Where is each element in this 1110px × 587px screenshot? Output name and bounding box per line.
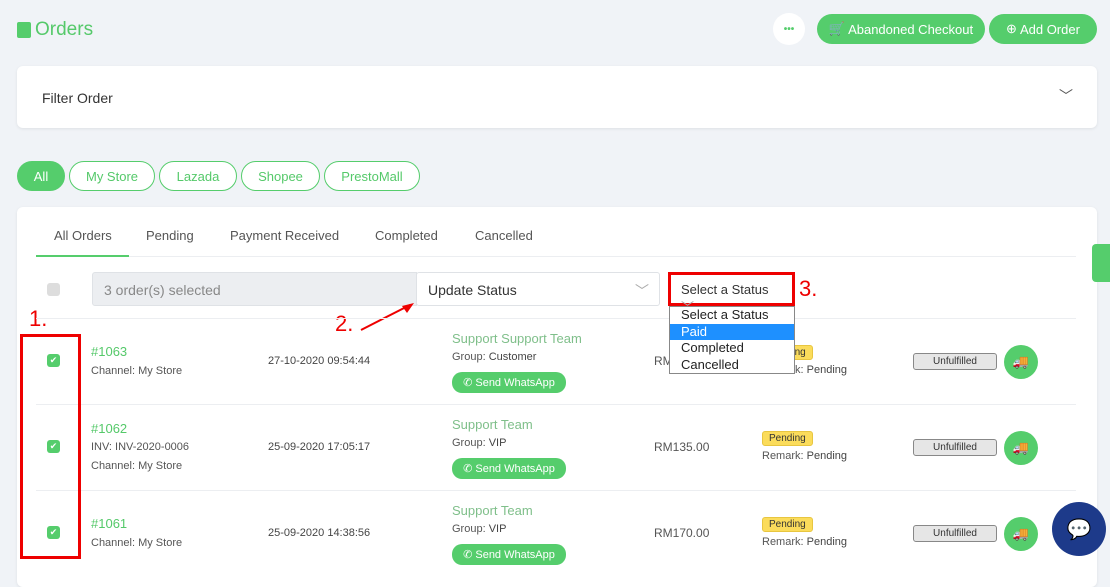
order-date: 25-09-2020 14:38:56: [268, 527, 371, 539]
cart-icon: 🛒: [828, 21, 846, 36]
plus-circle-icon: ⊕: [1006, 21, 1017, 36]
send-whatsapp-button[interactable]: ✆ Send WhatsApp: [452, 544, 566, 565]
table-row: ✔ #1061 Channel: My Store 25-09-2020 14:…: [36, 490, 1076, 576]
more-options-button[interactable]: •••: [773, 13, 805, 45]
ship-order-button[interactable]: 🚚: [1004, 431, 1038, 465]
chevron-down-icon[interactable]: ﹀: [1059, 86, 1073, 106]
select-status-dropdown[interactable]: Select a Status ﹀: [668, 272, 795, 315]
fulfillment-badge: Unfulfilled: [913, 525, 997, 542]
table-row: ✔ #1063 Channel: My Store 27-10-2020 09:…: [36, 318, 1076, 404]
remark: Pending: [806, 450, 847, 462]
chevron-down-icon: ﹀: [635, 283, 649, 299]
annotation-box: [20, 334, 81, 559]
update-status-select[interactable]: Update Status ﹀: [416, 272, 660, 306]
order-amount: RM135.00: [654, 440, 710, 454]
help-tab[interactable]: [1092, 244, 1110, 282]
tab-pending[interactable]: Pending: [146, 228, 194, 243]
order-id-link[interactable]: #1062: [91, 421, 127, 436]
abandoned-checkout-button[interactable]: 🛒 Abandoned Checkout: [817, 14, 985, 44]
remark: Pending: [806, 364, 847, 376]
order-date: 25-09-2020 17:05:17: [268, 441, 371, 453]
channel-all[interactable]: All: [17, 161, 65, 191]
order-channel: Channel: My Store: [91, 537, 183, 549]
order-id-link[interactable]: #1063: [91, 344, 127, 359]
whatsapp-icon: ✆: [463, 377, 473, 389]
truck-icon: 🚚: [1012, 440, 1030, 455]
order-channel: Channel: My Store: [91, 460, 183, 472]
status-option-highlighted[interactable]: Paid: [670, 323, 794, 340]
send-whatsapp-button[interactable]: ✆ Send WhatsApp: [452, 458, 566, 479]
select-all-checkbox[interactable]: [47, 283, 60, 296]
tab-payment-received[interactable]: Payment Received: [230, 228, 339, 243]
status-badge: Pending: [762, 431, 813, 446]
table-row: ✔ #1062 INV: INV-2020-0006 Channel: My S…: [36, 404, 1076, 490]
tab-cancelled[interactable]: Cancelled: [475, 228, 533, 243]
truck-icon: 🚚: [1012, 354, 1030, 369]
channel-prestomall[interactable]: PrestoMall: [324, 161, 420, 191]
order-id-link[interactable]: #1061: [91, 516, 127, 531]
document-icon: [17, 22, 31, 38]
ship-order-button[interactable]: 🚚: [1004, 345, 1038, 379]
whatsapp-icon: ✆: [463, 463, 473, 475]
customer-group: Customer: [488, 351, 537, 363]
order-tabs: All Orders Pending Payment Received Comp…: [36, 227, 1076, 257]
ship-order-button[interactable]: 🚚: [1004, 517, 1038, 551]
chat-button[interactable]: 💬: [1052, 502, 1106, 556]
status-options-list: Select a Status Paid Completed Cancelled: [669, 306, 795, 374]
order-amount: RM170.00: [654, 526, 710, 540]
active-tab-indicator: [36, 255, 129, 257]
chat-icon: 💬: [1066, 518, 1092, 541]
whatsapp-icon: ✆: [463, 549, 473, 561]
invoice-number: INV: INV-2020-0006: [91, 441, 190, 453]
tab-all-orders[interactable]: All Orders: [54, 228, 112, 243]
customer-name-link[interactable]: Support Team: [452, 417, 533, 432]
channel-filter: All My Store Lazada Shopee PrestoMall: [17, 161, 420, 191]
order-channel: Channel: My Store: [91, 365, 183, 377]
channel-my-store[interactable]: My Store: [69, 161, 155, 191]
annotation-3: 3.: [799, 276, 818, 301]
add-order-button[interactable]: ⊕ Add Order: [989, 14, 1097, 44]
customer-group: VIP: [488, 437, 507, 449]
fulfillment-badge: Unfulfilled: [913, 353, 997, 370]
send-whatsapp-button[interactable]: ✆ Send WhatsApp: [452, 372, 566, 393]
truck-icon: 🚚: [1012, 526, 1030, 541]
status-option[interactable]: Completed: [670, 340, 794, 357]
channel-lazada[interactable]: Lazada: [159, 161, 237, 191]
filter-order-panel[interactable]: Filter Order ﹀: [17, 66, 1097, 128]
status-option[interactable]: Select a Status: [670, 307, 794, 324]
remark: Pending: [806, 536, 847, 548]
order-date: 27-10-2020 09:54:44: [268, 355, 371, 367]
tab-completed[interactable]: Completed: [375, 228, 438, 243]
status-badge: Pending: [762, 517, 813, 532]
status-option[interactable]: Cancelled: [670, 357, 794, 374]
fulfillment-badge: Unfulfilled: [913, 439, 997, 456]
page-title: Orders: [17, 19, 93, 41]
customer-name-link[interactable]: Support Team: [452, 503, 533, 518]
customer-name-link[interactable]: Support Support Team: [452, 331, 582, 346]
customer-group: VIP: [488, 523, 507, 535]
channel-shopee[interactable]: Shopee: [241, 161, 320, 191]
